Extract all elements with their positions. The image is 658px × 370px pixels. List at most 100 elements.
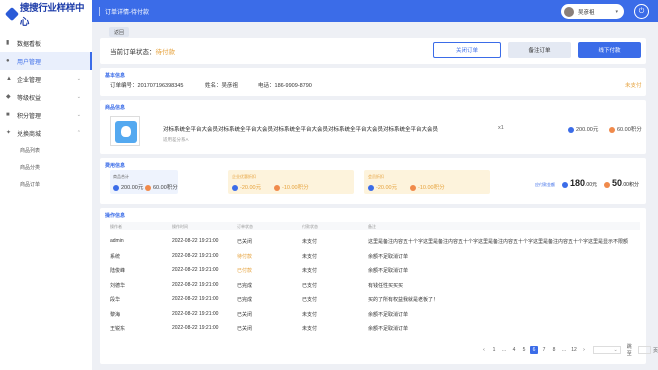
fee-label: 会员折扣 <box>368 174 384 179</box>
chevron-down-icon: ▾ <box>615 8 618 15</box>
sidebar-item-shop[interactable]: ✦ 兑换商城 ⌃ <box>0 124 92 142</box>
logo: 搜搜行业样样中心 <box>0 0 92 28</box>
sidebar-nav: ▮ 数据看板 ● 用户管理 ▲ 企业管理 ⌄ ◆ 等级权益 ⌄ ■ 积分管理 ⌄ ✦ 兑换商城 ⌃ … <box>0 34 92 193</box>
status-label: 当前订单状态： <box>110 49 156 56</box>
table-cell: 余额不足取消订单 <box>368 253 409 260</box>
table-cell: 王锐东 <box>110 326 126 332</box>
name-value: 吴彦祖 <box>221 83 239 89</box>
back-button[interactable]: 返回 <box>109 27 129 37</box>
sidebar: 搜搜行业样样中心 ▮ 数据看板 ● 用户管理 ▲ 企业管理 ⌄ ◆ 等级权益 ⌄ ■ 积分管理… <box>0 0 92 370</box>
chevron-down-icon: ⌄ <box>613 347 618 353</box>
offline-pay-button[interactable]: 线下付款 <box>578 42 641 58</box>
column-header: 备注 <box>368 224 376 229</box>
sidebar-item-label: 等级权益 <box>17 95 42 102</box>
sidebar-item-label: 数据看板 <box>17 41 42 48</box>
user-menu[interactable]: 吴彦祖 ▾ <box>561 4 624 19</box>
coin-icon <box>562 181 568 188</box>
value: 200.00元 <box>121 185 144 191</box>
customer-name: 姓名：吴彦祖 <box>205 81 238 89</box>
points-coin-icon <box>274 184 280 191</box>
section-title: 操作信息 <box>105 213 126 219</box>
table-cell: 段华 <box>110 297 121 303</box>
fee-discount-member-box: 会员折扣 -20.00元 -10.00积分 <box>364 170 490 194</box>
sidebar-item-levels[interactable]: ◆ 等级权益 ⌄ <box>0 88 92 106</box>
table-cell: 2022-08-22 19:21:00 <box>172 267 219 273</box>
page-size-select[interactable]: ⌄ <box>593 346 621 354</box>
fee-d2-price: -20.00元 <box>368 183 397 191</box>
sidebar-item-dashboard[interactable]: ▮ 数据看板 <box>0 34 92 52</box>
sidebar-item-label: 积分管理 <box>17 113 42 120</box>
table-cell: 2022-08-22 19:21:00 <box>172 252 219 259</box>
sidebar-item-enterprise[interactable]: ▲ 企业管理 ⌄ <box>0 70 92 88</box>
pay-status-badge: 未支付 <box>625 83 642 89</box>
table-cell: 已关闭 <box>237 239 253 245</box>
table-cell: 2022-08-22 19:21:00 <box>172 296 219 302</box>
table-cell: 2022-08-22 19:21:00 <box>172 325 219 331</box>
fee-label: 企业优惠折扣 <box>232 174 256 179</box>
sidebar-sub-goods-category[interactable]: 商品分类 <box>0 159 92 176</box>
sidebar-item-label: 兑换商城 <box>17 131 42 138</box>
sidebar-item-points[interactable]: ■ 积分管理 ⌄ <box>0 106 92 124</box>
table-row: 刘德华 2022-08-22 19:21:00 已完成 已支付 有钱任性买买买 <box>110 278 640 292</box>
power-icon[interactable]: ⏻ <box>634 4 649 19</box>
order-label: 订单编号： <box>110 83 138 89</box>
table-cell: 未支付 <box>302 311 318 318</box>
value: -10.00积分 <box>418 185 445 191</box>
table-row: 王锐东 2022-08-22 19:21:00 已关闭 未支付 余额不足取消订单 <box>110 321 640 335</box>
current-page-button[interactable]: 6 <box>530 346 538 354</box>
table-cell: 有钱任性买买买 <box>368 282 404 289</box>
page-button[interactable]: 12 <box>570 346 578 354</box>
section-title: 商品信息 <box>105 105 126 111</box>
sidebar-sub-goods-orders[interactable]: 商品订单 <box>0 176 92 193</box>
column-header: 操作者 <box>110 224 122 229</box>
coin-icon <box>368 184 374 191</box>
prev-page-button[interactable]: ‹ <box>480 346 488 354</box>
coin-icon <box>232 184 238 191</box>
table-cell: 已完成 <box>237 297 253 303</box>
table-cell: 已付款 <box>237 268 253 274</box>
page-button[interactable]: 4 <box>510 346 518 354</box>
page-ellipsis[interactable]: … <box>560 346 568 354</box>
table-cell: 已完成 <box>237 282 253 289</box>
page-ellipsis[interactable]: … <box>500 346 508 354</box>
pay-points-int: 50 <box>612 178 623 188</box>
table-cell: 待付款 <box>237 253 253 260</box>
table-cell: 未支付 <box>302 268 318 274</box>
page-title: 订单详情-待付款 <box>99 6 149 16</box>
coin-icon <box>113 184 119 191</box>
next-page-button[interactable]: › <box>580 346 588 354</box>
points-coin-icon <box>145 184 151 191</box>
points-value: 60.00积分 <box>617 127 642 133</box>
goto-page-input[interactable] <box>637 346 651 354</box>
topbar: 订单详情-待付款 吴彦祖 ▾ ⏻ <box>92 0 658 22</box>
table-cell: 已支付 <box>302 282 318 289</box>
close-order-button[interactable]: 关闭订单 <box>433 42 501 58</box>
sidebar-item-users[interactable]: ● 用户管理 <box>0 52 92 70</box>
table-cell: 余额不足取消订单 <box>368 326 409 332</box>
chart-icon: ▮ <box>6 40 10 46</box>
phone-value: 186-9909-8790 <box>274 83 312 89</box>
section-title: 费用信息 <box>105 163 126 169</box>
page-button[interactable]: 1 <box>490 346 498 354</box>
fee-total-price: 200.00元 <box>113 183 143 191</box>
price-value: 200.00元 <box>576 127 599 133</box>
chevron-down-icon: ⌄ <box>76 76 81 82</box>
value: -10.00积分 <box>282 185 309 191</box>
points-coin-icon <box>604 181 610 188</box>
fee-d1-points: -10.00积分 <box>274 183 309 191</box>
table-cell: 陆俊峰 <box>110 268 126 274</box>
table-cell: 未支付 <box>302 253 318 260</box>
page-button[interactable]: 8 <box>550 346 558 354</box>
table-row: 陆俊峰 2022-08-22 19:21:00 已付款 未支付 余额不足取消订单 <box>110 263 640 277</box>
page-button[interactable]: 5 <box>520 346 528 354</box>
pay-price-unit: .00元 <box>585 182 597 188</box>
page-button[interactable]: 7 <box>540 346 548 354</box>
value: -20.00元 <box>240 185 262 191</box>
sidebar-sub-goods-list[interactable]: 商品列表 <box>0 142 92 159</box>
table-cell: 已支付 <box>302 297 318 303</box>
sidebar-item-label: 用户管理 <box>17 59 42 66</box>
fee-total-box: 商品合计 200.00元 60.00积分 <box>110 170 178 194</box>
note-order-button[interactable]: 备注订单 <box>508 42 571 58</box>
table-cell: 系统 <box>110 253 121 260</box>
pagination: ‹ 1 … 4 5 6 7 8 … 12 › ⌄ 跳至 页 <box>480 343 658 357</box>
